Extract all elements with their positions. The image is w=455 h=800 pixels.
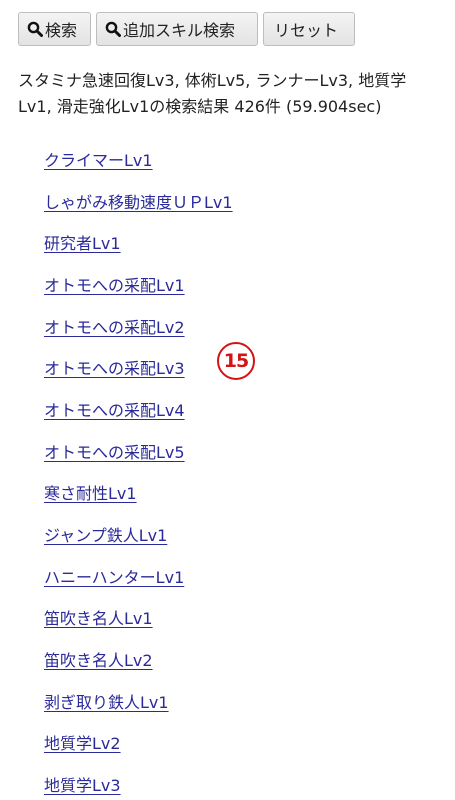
result-link[interactable]: 笛吹き名人Lv1 <box>44 605 153 629</box>
list-item: ジャンプ鉄人Lv1 <box>44 513 233 555</box>
list-item: オトモへの采配Lv2 <box>44 305 233 347</box>
result-link[interactable]: 寒さ耐性Lv1 <box>44 480 137 504</box>
list-item: オトモへの采配Lv1 <box>44 263 233 305</box>
list-item: クライマーLv1 <box>44 138 233 180</box>
search-summary: スタミナ急速回復Lv3, 体術Lv5, ランナーLv3, 地質学Lv1, 滑走強… <box>18 71 407 116</box>
result-link[interactable]: 研究者Lv1 <box>44 230 121 254</box>
result-link[interactable]: しゃがみ移動速度ＵＰLv1 <box>44 189 233 213</box>
skill-search-button-label: 追加スキル検索 <box>123 21 236 40</box>
list-item: 地質学Lv3 <box>44 763 233 800</box>
list-item: 笛吹き名人Lv2 <box>44 638 233 680</box>
search-button[interactable]: 検索 <box>18 12 91 46</box>
result-link[interactable]: ハニーハンターLv1 <box>44 564 184 588</box>
list-item: オトモへの采配Lv4 <box>44 388 233 430</box>
result-list: クライマーLv1 しゃがみ移動速度ＵＰLv1 研究者Lv1 オトモへの采配Lv1 オトモ… <box>44 138 233 800</box>
annotation-marker: 15 <box>217 342 255 380</box>
list-item: 研究者Lv1 <box>44 221 233 263</box>
result-link[interactable]: オトモへの采配Lv3 <box>44 355 185 379</box>
list-item: 寒さ耐性Lv1 <box>44 472 233 514</box>
result-link[interactable]: オトモへの采配Lv2 <box>44 314 185 338</box>
reset-button-label: リセット <box>274 21 339 40</box>
result-link[interactable]: 笛吹き名人Lv2 <box>44 647 153 671</box>
list-item: 剥ぎ取り鉄人Lv1 <box>44 680 233 722</box>
list-item: しゃがみ移動速度ＵＰLv1 <box>44 180 233 222</box>
result-link[interactable]: 地質学Lv3 <box>44 772 121 796</box>
list-item: ハニーハンターLv1 <box>44 555 233 597</box>
result-link[interactable]: 地質学Lv2 <box>44 730 121 754</box>
result-link[interactable]: オトモへの采配Lv5 <box>44 439 185 463</box>
result-link[interactable]: オトモへの采配Lv4 <box>44 397 185 421</box>
list-item: 笛吹き名人Lv1 <box>44 597 233 639</box>
list-item: 地質学Lv2 <box>44 722 233 764</box>
list-item: オトモへの采配Lv3 <box>44 346 233 388</box>
search-button-label: 検索 <box>45 21 78 40</box>
result-link[interactable]: 剥ぎ取り鉄人Lv1 <box>44 689 169 713</box>
reset-button[interactable]: リセット <box>263 12 355 46</box>
magnifier-icon <box>105 21 121 37</box>
list-item: オトモへの采配Lv5 <box>44 430 233 472</box>
page: 検索 追加スキル検索 リセット スタミナ急速回復Lv3, 体術Lv5, ランナー… <box>0 0 455 800</box>
toolbar: 検索 追加スキル検索 リセット <box>18 12 355 46</box>
magnifier-icon <box>27 21 43 37</box>
skill-search-button[interactable]: 追加スキル検索 <box>96 12 258 46</box>
result-link[interactable]: オトモへの采配Lv1 <box>44 272 185 296</box>
result-link[interactable]: ジャンプ鉄人Lv1 <box>44 522 167 546</box>
result-link[interactable]: クライマーLv1 <box>44 147 153 171</box>
